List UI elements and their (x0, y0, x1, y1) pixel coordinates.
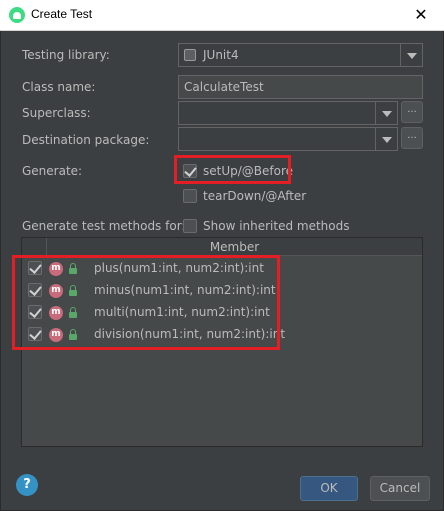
method-signature: division(num1:int, num2:int):int (94, 327, 286, 341)
window-title: Create Test (31, 7, 93, 21)
help-icon[interactable]: ? (16, 474, 38, 496)
method-icon: m (49, 328, 63, 342)
class-name-input[interactable]: CalculateTest (178, 75, 423, 99)
title-bar: Create Test ✕ (0, 0, 444, 31)
superclass-browse-button[interactable]: ... (401, 101, 423, 123)
chevron-down-icon[interactable] (375, 128, 397, 150)
row-checkbox[interactable] (28, 305, 42, 319)
method-signature: multi(num1:int, num2:int):int (94, 305, 270, 319)
public-lock-icon (69, 307, 79, 318)
destination-package-browse-button[interactable]: ... (401, 127, 423, 149)
testing-library-select[interactable]: JUnit4 (178, 43, 423, 67)
class-name-label: Class name: (22, 80, 96, 94)
method-signature: minus(num1:int, num2:int):int (94, 283, 276, 297)
ok-button[interactable]: OK (300, 476, 358, 501)
testing-library-label: Testing library: (22, 48, 110, 62)
destination-package-select[interactable] (178, 127, 398, 151)
method-icon: m (49, 284, 63, 298)
setup-label[interactable]: setUp/@Before (203, 164, 293, 178)
chevron-down-icon[interactable] (400, 44, 422, 66)
table-header: Member (22, 238, 422, 256)
close-icon[interactable]: ✕ (398, 0, 444, 31)
teardown-checkbox[interactable] (183, 189, 197, 203)
destination-package-label: Destination package: (22, 133, 150, 147)
generate-label: Generate: (22, 164, 83, 178)
member-column-header[interactable]: Member (47, 240, 422, 254)
method-icon: m (49, 262, 63, 276)
superclass-select[interactable] (178, 101, 398, 125)
teardown-label[interactable]: tearDown/@After (203, 189, 306, 203)
library-icon (184, 49, 196, 61)
table-row[interactable]: m division(num1:int, num2:int):int (22, 324, 422, 346)
public-lock-icon (69, 263, 79, 274)
table-row[interactable]: m multi(num1:int, num2:int):int (22, 302, 422, 324)
method-icon: m (49, 306, 63, 320)
show-inherited-checkbox[interactable] (183, 219, 197, 233)
android-studio-icon (9, 7, 25, 23)
table-row[interactable]: m plus(num1:int, num2:int):int (22, 258, 422, 280)
row-checkbox[interactable] (28, 261, 42, 275)
member-table: Member m plus(num1:int, num2:int):int m … (12, 237, 423, 447)
row-checkbox[interactable] (28, 283, 42, 297)
method-signature: plus(num1:int, num2:int):int (94, 261, 264, 275)
show-inherited-label[interactable]: Show inherited methods (203, 219, 350, 233)
setup-checkbox[interactable] (183, 164, 197, 178)
testing-library-value: JUnit4 (203, 48, 239, 62)
row-checkbox[interactable] (28, 327, 42, 341)
public-lock-icon (69, 329, 79, 340)
chevron-down-icon[interactable] (375, 102, 397, 124)
generate-methods-label: Generate test methods for: (22, 219, 186, 233)
public-lock-icon (69, 285, 79, 296)
superclass-label: Superclass: (22, 106, 91, 120)
table-row[interactable]: m minus(num1:int, num2:int):int (22, 280, 422, 302)
cancel-button[interactable]: Cancel (370, 476, 430, 501)
